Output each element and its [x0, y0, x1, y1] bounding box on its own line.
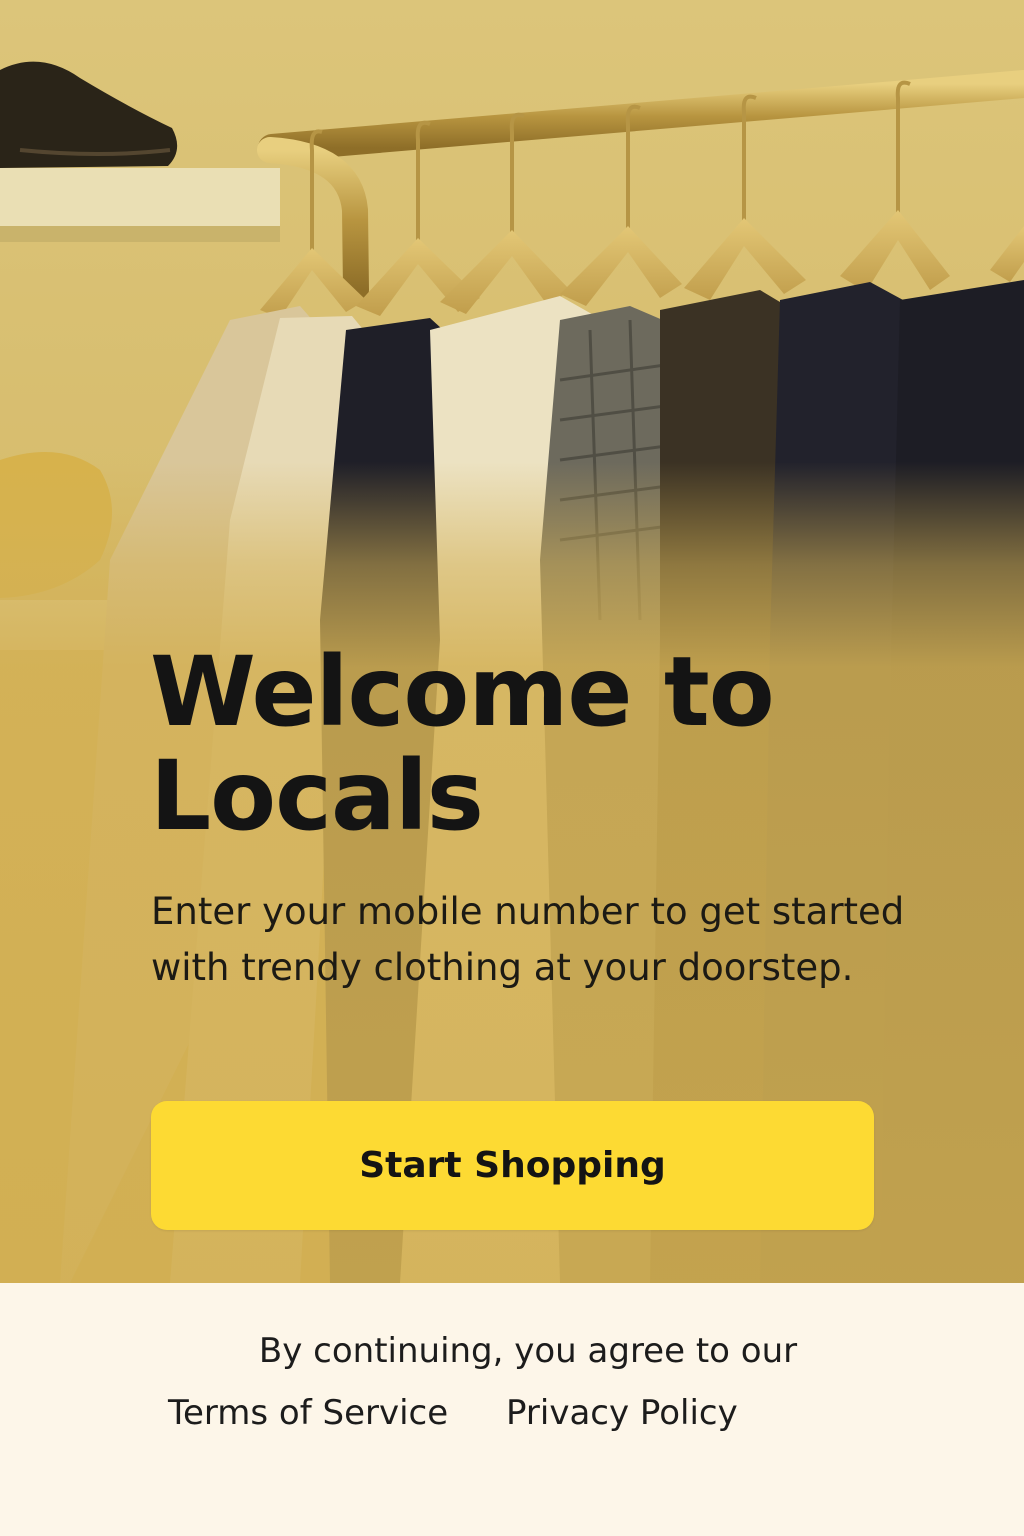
privacy-policy-link[interactable]: Privacy Policy	[506, 1391, 738, 1435]
welcome-subtitle: Enter your mobile number to get started …	[151, 890, 905, 989]
hero-section: Welcome to Locals Enter your mobile numb…	[0, 0, 1024, 1283]
welcome-screen: Welcome to Locals Enter your mobile numb…	[0, 0, 1024, 1536]
agreement-text: By continuing, you agree to our	[258, 1331, 798, 1371]
terms-of-service-link[interactable]: Terms of Service	[168, 1391, 448, 1435]
welcome-title: Welcome to Locals	[150, 636, 775, 852]
start-shopping-button[interactable]: Start Shopping	[151, 1101, 874, 1230]
footer: By continuing, you agree to our Terms of…	[0, 1283, 1024, 1536]
